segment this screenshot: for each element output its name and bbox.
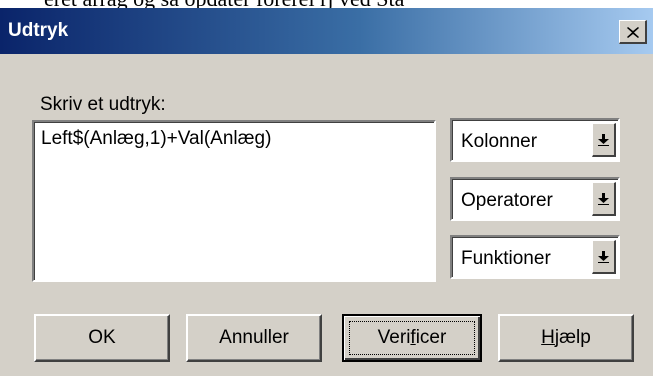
help-button[interactable]: Hjælp	[498, 314, 634, 362]
verify-button-label: Verificer	[377, 327, 447, 348]
window-title: Udtryk	[8, 20, 69, 41]
functions-dropdown-label: Funktioner	[461, 248, 551, 269]
cancel-button[interactable]: Annuller	[186, 314, 322, 362]
close-icon	[626, 22, 639, 42]
expression-prompt-label: Skriv et udtryk:	[40, 94, 166, 115]
operators-dropdown-label: Operatorer	[461, 190, 553, 211]
operators-dropdown[interactable]: Operatorer	[450, 177, 620, 221]
help-button-label: Hjælp	[541, 327, 591, 348]
background-document-text: eret arrag og sa opdater forerel rj ved …	[0, 0, 653, 8]
dropdown-arrow-icon[interactable]	[592, 123, 616, 157]
title-bar[interactable]: Udtryk	[0, 8, 653, 54]
verify-button[interactable]: Verificer	[342, 314, 482, 362]
cancel-button-label: Annuller	[219, 327, 289, 348]
columns-dropdown-label: Kolonner	[461, 131, 538, 152]
ok-button[interactable]: OK	[34, 314, 170, 362]
dropdown-arrow-icon[interactable]	[592, 182, 616, 216]
close-button[interactable]	[619, 20, 647, 44]
background-text: eret arrag og sa opdater forerel rj ved …	[44, 0, 404, 8]
ok-button-label: OK	[88, 327, 116, 348]
dropdown-arrow-icon[interactable]	[592, 240, 616, 274]
columns-dropdown[interactable]: Kolonner	[450, 118, 620, 162]
expression-input[interactable]: Left$(Anlæg,1)+Val(Anlæg)	[32, 120, 436, 282]
expression-dialog: Udtryk Skriv et udtryk: Left$(Anlæg,1)+V…	[0, 8, 653, 376]
functions-dropdown[interactable]: Funktioner	[450, 235, 620, 279]
